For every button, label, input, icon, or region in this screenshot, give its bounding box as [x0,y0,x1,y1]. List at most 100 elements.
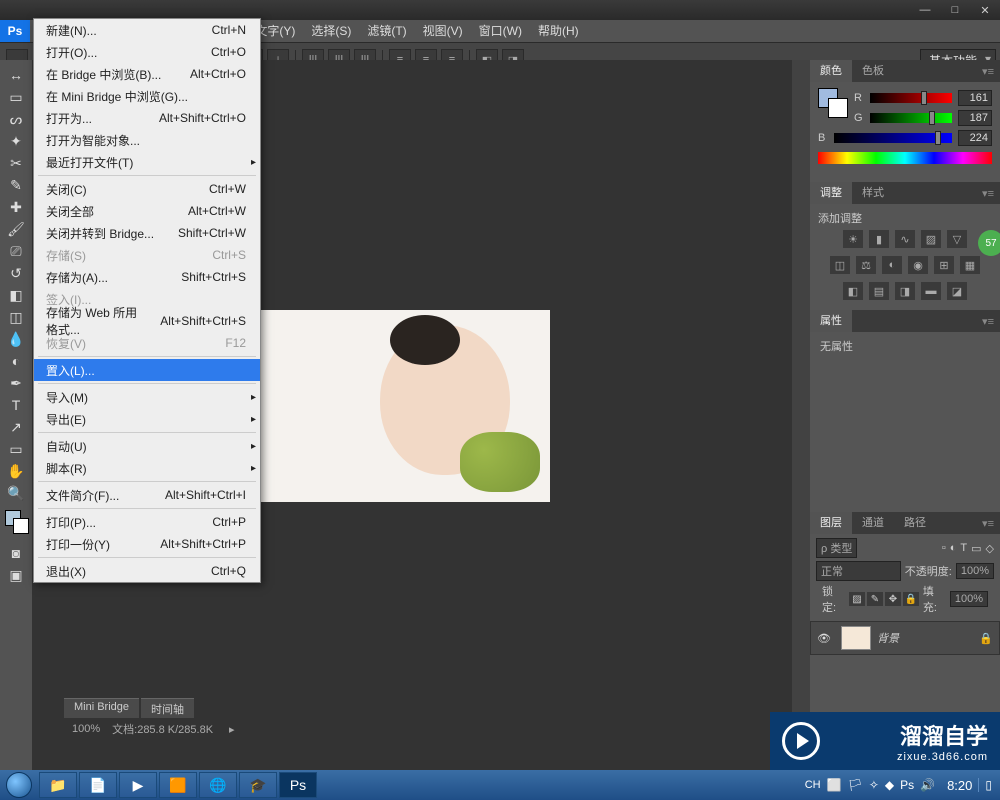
menu-help[interactable]: 帮助(H) [530,20,587,42]
menu-item[interactable]: 存储为 Web 所用格式...Alt+Shift+Ctrl+S [34,310,260,332]
taskbar-app-icon[interactable]: 🟧 [159,772,197,798]
tab-adjustments[interactable]: 调整 [810,182,852,204]
adj-vibrance-icon[interactable]: ▽ [947,230,967,248]
screenmode-icon[interactable]: ▣ [2,564,30,586]
tray-flag-icon[interactable]: 🏳 [848,778,863,792]
quickmask-icon[interactable]: ◙ [2,542,30,564]
adj-curves-icon[interactable]: ∿ [895,230,915,248]
menu-item[interactable]: 导出(E) [34,408,260,430]
filter-type-icon[interactable]: T [960,542,967,554]
panel-menu-icon[interactable]: ▾≡ [976,517,1000,530]
eraser-tool-icon[interactable]: ◧ [2,284,30,306]
taskbar-media-icon[interactable]: ▶ [119,772,157,798]
ime-indicator[interactable]: CH [805,779,821,791]
menu-filter[interactable]: 滤镜(T) [359,20,414,42]
tab-properties[interactable]: 属性 [810,310,852,332]
adj-levels-icon[interactable]: ▮ [869,230,889,248]
close-button[interactable]: ✕ [972,2,998,18]
shape-tool-icon[interactable]: ▭ [2,438,30,460]
panel-menu-icon[interactable]: ▾≡ [976,187,1000,200]
g-value[interactable]: 187 [958,110,992,126]
filter-shape-icon[interactable]: ▭ [971,542,981,555]
lasso-tool-icon[interactable]: ᔕ [2,108,30,130]
marquee-tool-icon[interactable]: ▭ [2,86,30,108]
menu-item[interactable]: 关闭并转到 Bridge...Shift+Ctrl+W [34,222,260,244]
menu-item[interactable]: 最近打开文件(T) [34,151,260,173]
wand-tool-icon[interactable]: ✦ [2,130,30,152]
menu-item[interactable]: 文件简介(F)...Alt+Shift+Ctrl+I [34,484,260,506]
menu-item[interactable]: 在 Mini Bridge 中浏览(G)... [34,85,260,107]
blend-mode-dropdown[interactable]: 正常 [816,561,901,581]
adj-photo-icon[interactable]: ◉ [908,256,928,274]
clock[interactable]: 8:20 [947,778,972,793]
menu-item[interactable]: 脚本(R) [34,457,260,479]
filter-pixel-icon[interactable]: ▫ [942,542,946,554]
history-brush-icon[interactable]: ↺ [2,262,30,284]
blur-tool-icon[interactable]: 💧 [2,328,30,350]
taskbar-app-icon[interactable]: 🌐 [199,772,237,798]
maximize-button[interactable]: □ [942,2,968,18]
layer-filter-dropdown[interactable]: ρ 类型 [816,538,857,558]
eyedropper-tool-icon[interactable]: ✎ [2,174,30,196]
adj-lookup-icon[interactable]: ▦ [960,256,980,274]
tray-volume-icon[interactable]: 🔊 [920,778,935,792]
start-button[interactable] [0,770,38,800]
panel-tab-minibridge[interactable]: Mini Bridge [64,698,139,718]
menu-item[interactable]: 打印(P)...Ctrl+P [34,511,260,533]
lock-pixel-icon[interactable]: ✎ [867,592,883,606]
panel-menu-icon[interactable]: ▾≡ [976,65,1000,78]
tab-channels[interactable]: 通道 [852,512,894,534]
r-slider[interactable] [870,93,952,103]
move-tool-icon[interactable]: ↔ [2,64,30,86]
tab-swatches[interactable]: 色板 [852,60,894,82]
tab-paths[interactable]: 路径 [894,512,936,534]
menu-item[interactable]: 在 Bridge 中浏览(B)...Alt+Ctrl+O [34,63,260,85]
filter-smart-icon[interactable]: ◇ [986,542,994,555]
menu-item[interactable]: 打开为智能对象... [34,129,260,151]
r-value[interactable]: 161 [958,90,992,106]
zoom-level[interactable]: 100% [72,723,100,735]
dodge-tool-icon[interactable]: ◐ [2,350,30,372]
tray-icon[interactable]: ⬜ [827,778,842,792]
lock-all-icon[interactable]: 🔒 [903,592,919,606]
layer-name[interactable]: 背景 [877,630,899,646]
taskbar-explorer-icon[interactable]: 📁 [39,772,77,798]
menu-item[interactable]: 打印一份(Y)Alt+Shift+Ctrl+P [34,533,260,555]
background-color[interactable] [13,518,29,534]
taskbar-app-icon[interactable]: 🎓 [239,772,277,798]
adj-exposure-icon[interactable]: ▨ [921,230,941,248]
layer-row[interactable]: 👁 背景 🔒 [810,621,1000,655]
type-tool-icon[interactable]: T [2,394,30,416]
hand-tool-icon[interactable]: ✋ [2,460,30,482]
menu-item[interactable]: 退出(X)Ctrl+Q [34,560,260,582]
filter-adjust-icon[interactable]: ◐ [950,542,957,554]
tray-ps-icon[interactable]: Ps [900,778,914,792]
menu-item[interactable]: 关闭全部Alt+Ctrl+W [34,200,260,222]
menu-item[interactable]: 新建(N)...Ctrl+N [34,19,260,41]
show-desktop-button[interactable]: ▯ [978,778,992,792]
tray-app-icon[interactable]: ✧ [869,778,879,792]
path-tool-icon[interactable]: ↗ [2,416,30,438]
panel-menu-icon[interactable]: ▾≡ [976,315,1000,328]
minimize-button[interactable]: — [912,2,938,18]
adj-hue-icon[interactable]: ◫ [830,256,850,274]
menu-window[interactable]: 窗口(W) [471,20,530,42]
lock-pos-icon[interactable]: ✥ [885,592,901,606]
zoom-tool-icon[interactable]: 🔍 [2,482,30,504]
fill-value[interactable]: 100% [950,591,988,607]
taskbar-app-icon[interactable]: 📄 [79,772,117,798]
adj-poster-icon[interactable]: ▤ [869,282,889,300]
document-canvas[interactable] [242,310,550,502]
tab-color[interactable]: 颜色 [810,60,852,82]
tab-styles[interactable]: 样式 [852,182,894,204]
collapsed-panel-strip[interactable] [792,60,810,770]
panel-tab-timeline[interactable]: 时间轴 [141,698,194,718]
adj-invert-icon[interactable]: ◧ [843,282,863,300]
tab-layers[interactable]: 图层 [810,512,852,534]
layer-visibility-icon[interactable]: 👁 [817,632,835,645]
lock-trans-icon[interactable]: ▨ [849,592,865,606]
pen-tool-icon[interactable]: ✒ [2,372,30,394]
color-swatch-tool[interactable] [2,510,30,542]
adj-balance-icon[interactable]: ⚖ [856,256,876,274]
menu-item[interactable]: 关闭(C)Ctrl+W [34,178,260,200]
